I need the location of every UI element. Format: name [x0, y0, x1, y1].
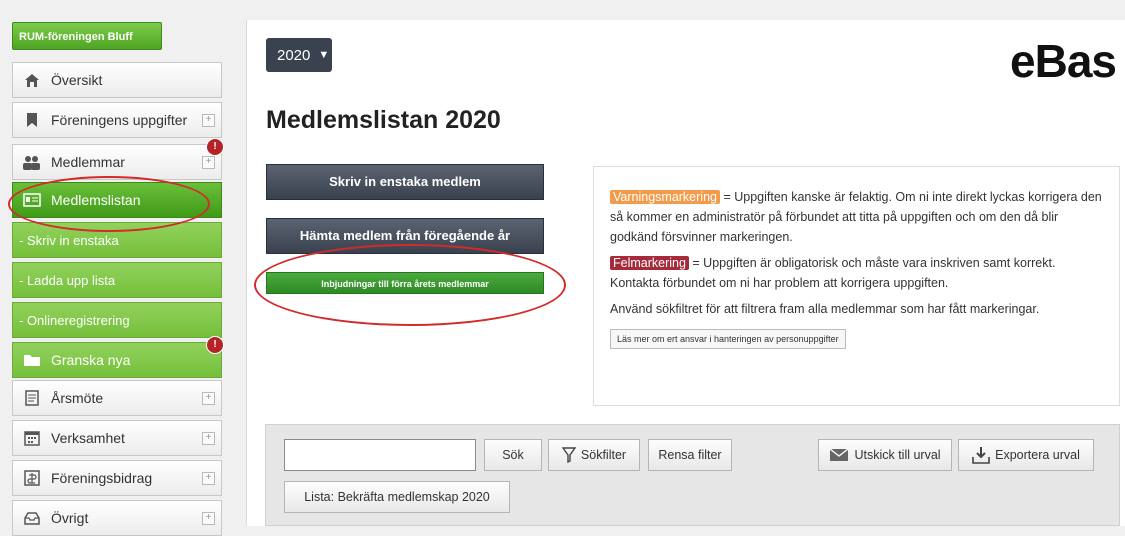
calendar-icon — [23, 429, 41, 447]
sidebar: RUM-föreningen Bluff Översikt Föreningen… — [8, 20, 224, 536]
mail-selection-label: Utskick till urval — [854, 448, 941, 462]
sidebar-item-label: - Skriv in enstaka — [19, 232, 119, 248]
sidebar-item-ovrigt[interactable]: Övrigt + — [12, 500, 222, 536]
expand-icon[interactable]: + — [202, 511, 215, 525]
expand-icon[interactable]: + — [202, 471, 215, 485]
sidebar-item-label: Övrigt — [51, 510, 89, 526]
users-icon — [23, 153, 41, 171]
sidebar-item-label: Granska nya — [51, 352, 131, 368]
sidebar-item-label: Medlemmar — [51, 154, 125, 170]
read-more-button[interactable]: Läs mer om ert ansvar i hanteringen av p… — [610, 329, 846, 349]
page-title: Medlemslistan 2020 — [266, 106, 501, 134]
write-single-member-button[interactable]: Skriv in enstaka medlem — [266, 164, 544, 200]
expand-icon[interactable]: + — [202, 391, 215, 405]
warning-tag: Varningsmarkering — [610, 190, 720, 204]
notification-badge: ! — [206, 336, 224, 354]
export-selection-label: Exportera urval — [995, 448, 1080, 462]
filter-info: Använd sökfiltret för att filtrera fram … — [610, 302, 1040, 316]
chevron-down-icon: ▼ — [318, 49, 330, 61]
search-toolbar: Sök Sökfilter Rensa filter Utskick till … — [265, 424, 1120, 526]
error-tag: Felmarkering — [610, 256, 689, 270]
expand-icon[interactable]: + — [202, 155, 215, 169]
sidebar-item-onlineregistrering[interactable]: - Onlineregistrering — [12, 302, 222, 338]
year-select[interactable]: 2020 ▼ — [266, 38, 332, 72]
year-value: 2020 — [277, 46, 311, 64]
search-button[interactable]: Sök — [484, 439, 542, 471]
sidebar-item-label: - Ladda upp lista — [19, 272, 116, 288]
confirm-membership-list-button[interactable]: Lista: Bekräfta medlemskap 2020 — [284, 481, 510, 513]
sidebar-item-medlemslistan[interactable]: Medlemslistan — [12, 182, 222, 218]
sidebar-item-foreningens-uppgifter[interactable]: Föreningens uppgifter + — [12, 102, 222, 138]
download-icon — [972, 446, 990, 464]
search-input[interactable] — [284, 439, 476, 471]
sidebar-item-label: Föreningens uppgifter — [51, 112, 188, 128]
expand-icon[interactable]: + — [202, 113, 215, 127]
expand-icon[interactable]: + — [202, 431, 215, 445]
brand-logo: eBas — [1010, 35, 1117, 87]
sidebar-item-ladda-upp-lista[interactable]: - Ladda upp lista — [12, 262, 222, 298]
bookmark-icon — [23, 111, 41, 129]
sidebar-item-oversikt[interactable]: Översikt — [12, 62, 222, 98]
search-filter-button[interactable]: Sökfilter — [548, 439, 640, 471]
fetch-previous-year-button[interactable]: Hämta medlem från föregående år — [266, 218, 544, 254]
export-selection-button[interactable]: Exportera urval — [958, 439, 1094, 471]
search-filter-label: Sökfilter — [580, 448, 627, 462]
sidebar-item-verksamhet[interactable]: Verksamhet + — [12, 420, 222, 456]
invitations-button[interactable]: Inbjudningar till förra årets medlemmar — [266, 272, 544, 294]
clear-filter-button[interactable]: Rensa filter — [648, 439, 732, 471]
envelope-icon — [829, 448, 849, 462]
mail-selection-button[interactable]: Utskick till urval — [818, 439, 952, 471]
sidebar-item-label: Verksamhet — [51, 430, 125, 446]
filter-icon — [561, 447, 576, 463]
money-icon — [23, 469, 41, 487]
sidebar-item-granska-nya[interactable]: Granska nya — [12, 342, 222, 378]
sidebar-item-label: Medlemslistan — [51, 192, 141, 208]
sidebar-item-label: Översikt — [51, 72, 103, 88]
main-content: 2020 ▼ eBas Medlemslistan 2020 Skriv in … — [246, 20, 1125, 526]
sidebar-item-label: Årsmöte — [51, 390, 104, 406]
home-icon — [23, 71, 41, 89]
sidebar-item-label: - Onlineregistrering — [19, 312, 130, 328]
folder-icon — [23, 351, 41, 369]
notification-badge: ! — [206, 138, 224, 156]
list-card-icon — [23, 191, 41, 209]
sidebar-item-foreningsbidrag[interactable]: Föreningsbidrag + — [12, 460, 222, 496]
org-name[interactable]: RUM-föreningen Bluff — [12, 22, 162, 50]
error-info: Felmarkering = Uppgiften är obligatorisk… — [610, 253, 1103, 293]
sidebar-item-skriv-in-enstaka[interactable]: - Skriv in enstaka — [12, 222, 222, 258]
sidebar-item-medlemmar[interactable]: Medlemmar + — [12, 144, 222, 180]
sidebar-item-label: Föreningsbidrag — [51, 470, 153, 486]
tray-icon — [23, 509, 41, 527]
document-icon — [23, 389, 41, 407]
info-box: Varningsmarkering = Uppgiften kanske är … — [593, 166, 1120, 406]
warning-info: Varningsmarkering = Uppgiften kanske är … — [610, 187, 1103, 247]
sidebar-item-arsmote[interactable]: Årsmöte + — [12, 380, 222, 416]
